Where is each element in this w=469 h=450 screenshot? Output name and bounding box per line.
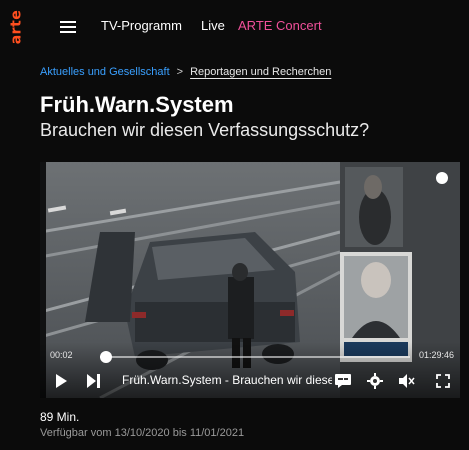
- fullscreen-icon: [436, 374, 450, 388]
- mute-icon: [399, 374, 415, 388]
- next-button[interactable]: [84, 372, 102, 390]
- cast-icon[interactable]: [436, 172, 448, 184]
- hamburger-menu-icon[interactable]: [60, 21, 76, 33]
- player-video-title: Früh.Warn.System - Brauchen wir diesen: [122, 373, 332, 387]
- time-current: 00:02: [50, 350, 73, 360]
- breadcrumb: Aktuelles und Gesellschaft > Reportagen …: [40, 64, 331, 80]
- page-subtitle: Brauchen wir diesen Verfassungsschutz?: [40, 120, 370, 140]
- video-player[interactable]: 00:02 01:29:46 Früh.Warn.System - Brauch…: [40, 162, 460, 398]
- availability: Verfügbar vom 13/10/2020 bis 11/01/2021: [40, 427, 245, 439]
- settings-button[interactable]: [366, 372, 384, 390]
- gear-icon: [367, 373, 383, 389]
- progress-track[interactable]: [100, 351, 410, 363]
- breadcrumb-subcategory[interactable]: Reportagen und Recherchen: [190, 64, 331, 80]
- arte-logo[interactable]: arte: [6, 9, 26, 45]
- subtitles-icon: [335, 374, 351, 388]
- logo-text: arte: [8, 9, 25, 45]
- play-icon: [56, 374, 67, 388]
- mute-button[interactable]: [398, 372, 416, 390]
- nav-arte-concert[interactable]: ARTE Concert: [238, 17, 322, 35]
- play-button[interactable]: [52, 372, 70, 390]
- subtitles-button[interactable]: [334, 372, 352, 390]
- top-bar: arte TV-Programm Live ARTE Concert: [0, 0, 469, 52]
- next-icon: [87, 374, 100, 388]
- nav-tv-programm[interactable]: TV-Programm: [101, 17, 182, 35]
- nav-live[interactable]: Live: [201, 17, 225, 35]
- duration: 89 Min.: [40, 410, 80, 424]
- time-total: 01:29:46: [418, 350, 454, 360]
- breadcrumb-category[interactable]: Aktuelles und Gesellschaft: [40, 64, 170, 80]
- breadcrumb-separator: >: [176, 66, 184, 78]
- page-title: Früh.Warn.System: [40, 92, 234, 117]
- fullscreen-button[interactable]: [434, 372, 452, 390]
